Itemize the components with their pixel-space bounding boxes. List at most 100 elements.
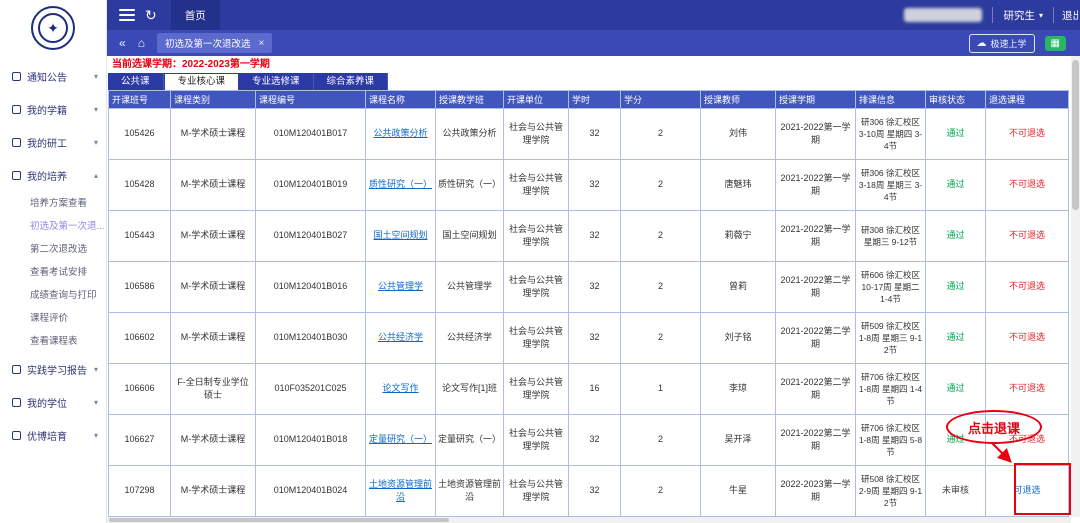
sidebar-subitem[interactable]: 第二次退改选 [0,238,106,261]
menu-item-icon [12,138,21,147]
cell-status: 通过 [925,363,986,415]
topbar-home-tab[interactable]: 首页 [170,0,220,31]
horizontal-scrollbar[interactable] [107,517,1071,523]
table-row: 105428 M-学术硕士课程 010M120401B019 质性研究（一） 质性研究（… [108,159,1069,211]
cell-course_name[interactable]: 土地资源管理前沿 [365,465,436,517]
category-tabs: 公共课 专业核心课 专业选修课 综合素养课 [108,73,389,90]
course-table: 开课班号 课程类别 课程编号 课程名称 授课教学班 开课单位 学时 学分 授课教师 授课学期 排课信… [108,90,1069,517]
sidebar-subitem[interactable]: 培养方案查看 [0,192,106,215]
cell-course_no: 010M120401B019 [255,159,366,211]
cell-course_no: 010M120401B027 [255,210,366,262]
menu-item-icon [12,72,21,81]
speed-button-label: 极速上学 [990,38,1027,49]
chevron-down-icon: ▾ [93,431,98,440]
horizontal-scrollbar-thumb[interactable] [109,518,449,522]
sidebar-item[interactable]: 我的学位 ▾ [0,386,106,419]
cell-teacher: 唐魅玮 [700,159,776,211]
cell-course_no: 010M120401B017 [255,108,366,160]
cell-credits: 2 [620,414,701,466]
cell-teacher: 莉薇宁 [700,210,776,262]
cell-semester: 2021-2022第一学期 [775,159,856,211]
column-header: 授课教师 [700,90,776,109]
sidebar: ✦ 通知公告 ▾ 我的学籍 ▾ 我的研工 ▾ 我的培养 ▴ 培养方案查看 初选及第一次退... 第二… [0,0,107,523]
cell-unit: 社会与公共管理学院 [503,210,569,262]
cell-teaching_class: 公共政策分析 [435,108,504,160]
cell-credits: 1 [620,363,701,415]
category-tab[interactable]: 专业选修课 [239,73,314,90]
refresh-icon[interactable]: ↻ [145,7,157,24]
table-row: 106586 M-学术硕士课程 010M120401B016 公共管理学 公共管理学 社会… [108,261,1069,313]
column-header: 授课学期 [775,90,856,109]
sidebar-item-label: 我的培养 [27,172,67,183]
speed-button[interactable]: ☁ 极速上学 [968,33,1035,53]
cell-unit: 社会与公共管理学院 [503,312,569,364]
sidebar-subitem[interactable]: 初选及第一次退... [0,215,106,238]
cell-class_no: 105443 [108,210,171,262]
cell-course_name[interactable]: 国土空间规划 [365,210,436,262]
cell-course_name[interactable]: 论文写作 [365,363,436,415]
cell-drop: 不可退选 [985,261,1069,313]
cell-course_name[interactable]: 质性研究（一） [365,159,436,211]
cell-course_name[interactable]: 定量研究（一） [365,414,436,466]
close-icon[interactable]: × [258,38,264,49]
column-header: 开课班号 [108,90,171,109]
sidebar-item[interactable]: 我的学籍 ▾ [0,93,106,126]
cell-credits: 2 [620,108,701,160]
cell-drop[interactable]: 可退选 [985,465,1069,517]
vertical-scrollbar[interactable] [1071,56,1080,517]
cell-drop: 不可退选 [985,210,1069,262]
cell-class_no: 106627 [108,414,171,466]
cell-status: 通过 [925,312,986,364]
column-header: 学时 [568,90,621,109]
cell-course_name[interactable]: 公共经济学 [365,312,436,364]
back-icon[interactable]: « [119,36,126,50]
sidebar-subitem[interactable]: 查看考试安排 [0,261,106,284]
logout-button[interactable]: 退出 [1062,8,1078,23]
cell-schedule: 研308 徐汇校区 星期三 9-12节 [855,210,926,262]
chevron-down-icon: ▾ [1038,10,1043,20]
cell-category: F-全日制专业学位硕士 [170,363,256,415]
cell-course_no: 010F035201C025 [255,363,366,415]
sidebar-item[interactable]: 通知公告 ▾ [0,60,106,93]
open-tab[interactable]: 初选及第一次退改选 × [156,33,273,53]
cell-credits: 2 [620,210,701,262]
column-header: 开课单位 [503,90,569,109]
menu-item-icon [12,105,21,114]
home-icon[interactable]: ⌂ [138,36,145,50]
cell-hours: 32 [568,261,621,313]
sidebar-item[interactable]: 我的培养 ▴ [0,159,106,192]
user-role-dropdown[interactable]: 研究生 ▾ [992,7,1054,23]
cell-teacher: 牛星 [700,465,776,517]
sidebar-subitem[interactable]: 课程评价 [0,307,106,330]
table-row: 105426 M-学术硕士课程 010M120401B017 公共政策分析 公共政策分析… [108,108,1069,160]
column-header: 审核状态 [925,90,986,109]
cell-course_name[interactable]: 公共政策分析 [365,108,436,160]
category-tab[interactable]: 专业核心课 [163,73,240,90]
cell-credits: 2 [620,261,701,313]
sidebar-item[interactable]: 实践学习报告 ▾ [0,353,106,386]
topbar: ↻ 首页 研究生 ▾ 退出 [107,0,1080,31]
category-tab[interactable]: 公共课 [108,73,164,90]
cell-schedule: 研706 徐汇校区 1-8周 星期四 1-4节 [855,363,926,415]
cell-class_no: 106586 [108,261,171,313]
sidebar-subitem[interactable]: 查看课程表 [0,330,106,353]
cell-status: 未审核 [925,465,986,517]
cell-unit: 社会与公共管理学院 [503,261,569,313]
open-tab-label: 初选及第一次退改选 [164,39,251,50]
cell-teaching_class: 论文写作[1]班 [435,363,504,415]
vertical-scrollbar-thumb[interactable] [1072,60,1079,210]
sidebar-item-label: 实践学习报告 [27,366,87,377]
chevron-down-icon: ▾ [93,72,98,81]
sidebar-item[interactable]: 我的研工 ▾ [0,126,106,159]
cell-course_name[interactable]: 公共管理学 [365,261,436,313]
table-row: 106627 M-学术硕士课程 010M120401B018 定量研究（一） 定量研究（… [108,414,1069,466]
cell-status: 通过 [925,414,986,466]
menu-icon[interactable] [119,9,135,21]
sidebar-item[interactable]: 优博培育 ▾ [0,419,106,452]
cell-course_no: 010M120401B016 [255,261,366,313]
cell-hours: 32 [568,210,621,262]
sidebar-item-label: 我的研工 [27,139,67,150]
quick-action-button[interactable]: ▦ [1044,35,1066,51]
category-tab[interactable]: 综合素养课 [313,73,389,90]
sidebar-subitem[interactable]: 成绩查询与打印 [0,284,106,307]
